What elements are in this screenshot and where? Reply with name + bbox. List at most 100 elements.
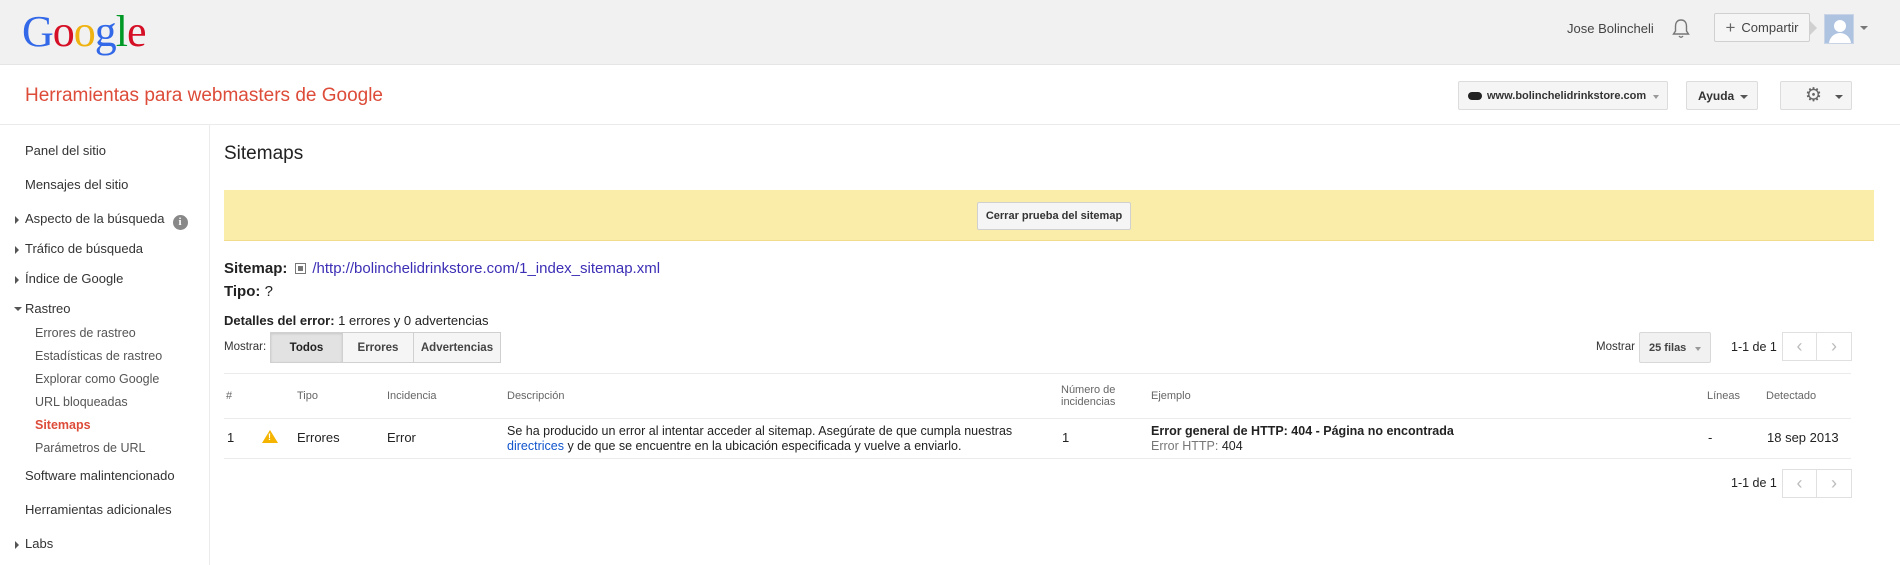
sidebar-item-crawl[interactable]: Rastreo <box>14 301 71 316</box>
chevron-down-icon <box>1740 95 1748 99</box>
filter-errors-button[interactable]: Errores <box>343 332 414 363</box>
row-example: Error general de HTTP: 404 - Página no e… <box>1151 424 1454 454</box>
sitemap-line: Sitemap: /http://bolinchelidrinkstore.com… <box>224 260 660 277</box>
row-number: 1 <box>227 430 235 445</box>
example-title: Error general de HTTP: 404 - Página no e… <box>1151 424 1454 438</box>
col-incidence: Incidencia <box>387 390 437 402</box>
close-sitemap-test-button[interactable]: Cerrar prueba del sitemap <box>977 202 1131 230</box>
site-name: www.bolinchelidrinkstore.com <box>1487 89 1647 102</box>
page-title: Sitemaps <box>224 143 304 164</box>
filter-warnings-button[interactable]: Advertencias <box>413 332 501 363</box>
sidebar-subitem-sitemaps[interactable]: Sitemaps <box>35 418 91 432</box>
sitemap-label: Sitemap: <box>224 260 288 277</box>
gear-icon: ⚙ <box>1805 85 1823 106</box>
error-details-value: 1 errores y 0 advertencias <box>338 313 489 328</box>
logo-letter: l <box>115 7 128 56</box>
error-details-label: Detalles del error: <box>224 313 335 328</box>
type-label: Tipo: <box>224 283 261 300</box>
col-number: # <box>226 390 233 402</box>
help-label: Ayuda <box>1698 89 1735 103</box>
col-lines: Líneas <box>1707 390 1741 402</box>
site-selector[interactable]: www.bolinchelidrinkstore.com <box>1458 81 1668 110</box>
col-count-line2: incidencias <box>1061 396 1116 408</box>
sidebar-item-site-dashboard[interactable]: Panel del sitio <box>25 143 106 158</box>
logo-letter: e <box>127 7 147 56</box>
logo-letter: o <box>52 7 75 56</box>
col-count-line1: Número de <box>1061 384 1116 396</box>
row-description: Se ha producido un error al intentar acc… <box>507 424 1047 454</box>
example-sub-label: Error HTTP: <box>1151 439 1219 453</box>
sidebar-subitem-crawl-errors[interactable]: Errores de rastreo <box>35 326 136 340</box>
filter-all-button[interactable]: Todos <box>270 332 343 363</box>
row-incidence: Error <box>387 430 416 445</box>
previous-page-icon[interactable]: ‹ <box>1782 332 1817 361</box>
pager-range: 1-1 de 1 <box>1731 476 1777 490</box>
warning-icon <box>262 430 278 443</box>
settings-button[interactable]: ⚙ <box>1780 81 1852 110</box>
type-value: ? <box>264 283 273 300</box>
sidebar-item-search-appearance[interactable]: Aspecto de la búsqueda i <box>15 211 188 230</box>
next-page-icon[interactable]: › <box>1817 469 1852 498</box>
plus-icon: + <box>1725 18 1736 37</box>
share-button[interactable]: + Compartir <box>1714 13 1810 42</box>
pager-range: 1-1 de 1 <box>1731 340 1777 354</box>
chevron-down-icon[interactable] <box>1860 26 1868 30</box>
sidebar-subitem-url-parameters[interactable]: Parámetros de URL <box>35 441 145 455</box>
col-example: Ejemplo <box>1151 390 1191 402</box>
divider <box>224 373 1851 374</box>
logo-letter: g <box>94 7 117 56</box>
guidelines-link[interactable]: directrices <box>507 439 564 453</box>
divider <box>224 458 1851 459</box>
row-lines: - <box>1708 430 1713 445</box>
previous-page-icon[interactable]: ‹ <box>1782 469 1817 498</box>
user-name[interactable]: Jose Bolincheli <box>1567 21 1654 36</box>
description-text: y de que se encuentre en la ubicación es… <box>563 439 962 453</box>
row-count: 1 <box>1062 430 1070 445</box>
chevron-down-icon <box>1653 95 1659 99</box>
description-text: Se ha producido un error al intentar acc… <box>507 424 1013 438</box>
share-count-arrow <box>1809 20 1817 36</box>
example-sub: Error HTTP: 404 <box>1151 439 1454 454</box>
error-details: Detalles del error: 1 errores y 0 advert… <box>224 313 488 328</box>
site-favicon-icon <box>1468 91 1482 100</box>
logo-letter: G <box>22 7 54 56</box>
rows-label: Mostrar <box>1596 341 1635 353</box>
sidebar-item-other-resources[interactable]: Herramientas adicionales <box>25 502 172 517</box>
google-logo[interactable]: Google <box>22 6 147 57</box>
avatar[interactable] <box>1824 14 1854 44</box>
info-icon[interactable]: i <box>172 215 188 230</box>
sidebar-item-search-traffic[interactable]: Tráfico de búsqueda <box>14 241 143 256</box>
sidebar-subitem-crawl-stats[interactable]: Estadísticas de rastreo <box>35 349 162 363</box>
rows-value: 25 filas <box>1649 342 1687 354</box>
divider <box>0 124 1900 125</box>
notification-bell-icon[interactable] <box>1671 18 1691 40</box>
sidebar-subitem-fetch-as-google[interactable]: Explorar como Google <box>35 372 159 386</box>
test-banner: Cerrar prueba del sitemap <box>224 190 1874 241</box>
row-detected: 18 sep 2013 <box>1767 430 1839 445</box>
col-count: Número de incidencias <box>1061 384 1115 408</box>
chevron-down-icon <box>1695 347 1701 351</box>
share-label: Compartir <box>1741 20 1799 35</box>
sidebar-subitem-blocked-urls[interactable]: URL bloqueadas <box>35 395 128 409</box>
help-menu-button[interactable]: Ayuda <box>1686 81 1758 110</box>
sidebar-item-malware[interactable]: Software malintencionado <box>25 468 175 483</box>
show-filter-label: Mostrar: <box>224 341 267 353</box>
sidebar: Panel del sitio Mensajes del sitio Aspec… <box>0 125 210 565</box>
divider <box>224 418 1851 419</box>
sidebar-item-labs[interactable]: Labs <box>14 536 53 551</box>
chevron-down-icon <box>1835 95 1843 99</box>
sitemap-file-icon <box>295 263 307 274</box>
sitemap-url-link[interactable]: /http://bolinchelidrinkstore.com/1_index… <box>312 260 660 277</box>
sidebar-item-google-index[interactable]: Índice de Google <box>14 271 123 286</box>
type-line: Tipo: ? <box>224 283 273 300</box>
rows-per-page-select[interactable]: 25 filas <box>1639 332 1711 363</box>
col-type: Tipo <box>297 390 318 402</box>
app-title[interactable]: Herramientas para webmasters de Google <box>25 85 383 107</box>
sidebar-item-label: Aspecto de la búsqueda <box>25 211 165 226</box>
col-description: Descripción <box>507 390 565 402</box>
sidebar-item-site-messages[interactable]: Mensajes del sitio <box>25 177 128 192</box>
logo-letter: o <box>73 7 96 56</box>
col-detected: Detectado <box>1766 390 1817 402</box>
next-page-icon[interactable]: › <box>1817 332 1852 361</box>
example-sub-value: 404 <box>1221 439 1243 453</box>
